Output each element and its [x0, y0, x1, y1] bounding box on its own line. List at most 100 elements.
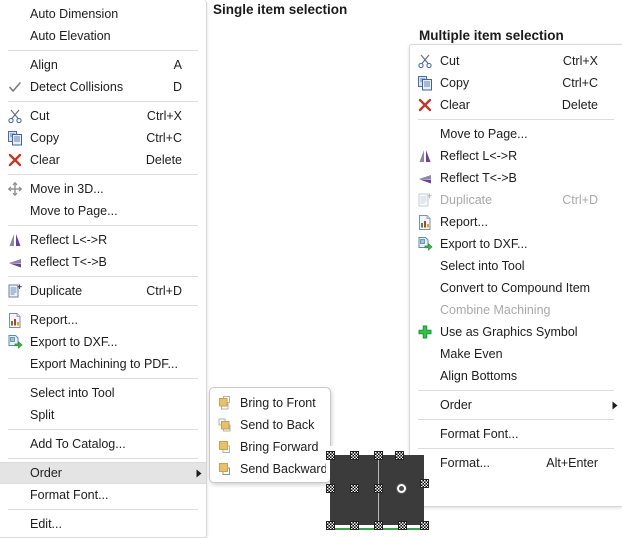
menu-item-align[interactable]: Align A [0, 54, 206, 76]
menu-item-format-font[interactable]: Format Font... [410, 423, 622, 445]
menu-item-send-to-back[interactable]: Send to Back [210, 414, 330, 436]
menu-item-icon-slot [0, 3, 30, 25]
menu-item-align-bottoms[interactable]: Align Bottoms [410, 365, 622, 387]
menu-item-shortcut: Ctrl+D [146, 284, 182, 298]
menu-item-auto-dimension[interactable]: Auto Dimension [0, 3, 206, 25]
menu-separator [8, 276, 198, 277]
selection-handle[interactable] [326, 451, 335, 460]
menu-item-icon-slot [0, 382, 30, 404]
menu-item-select-into-tool[interactable]: Select into Tool [0, 382, 206, 404]
menu-item-duplicate[interactable]: Duplicate Ctrl+D [0, 280, 206, 302]
menu-item-reflect-l-r[interactable]: Reflect L<->R [410, 145, 622, 167]
menu-item-move-to-page[interactable]: Move to Page... [0, 200, 206, 222]
menu-separator [418, 419, 614, 420]
menu-item-convert-to-compound-item[interactable]: Convert to Compound Item [410, 277, 622, 299]
menu-separator [8, 225, 198, 226]
menu-item-shortcut: D [172, 80, 182, 94]
menu-item-auto-elevation[interactable]: Auto Elevation [0, 25, 206, 47]
menu-item-cut[interactable]: Cut Ctrl+X [0, 105, 206, 127]
menu-item-shortcut: Ctrl+X [562, 54, 598, 68]
menu-item-label: Reflect T<->B [440, 171, 517, 185]
menu-item-label: Order [440, 398, 472, 412]
selection-handle[interactable] [326, 521, 335, 530]
selection-handle[interactable] [374, 451, 383, 460]
menu-item-label: Send Backward [240, 462, 328, 476]
selection-handle[interactable] [420, 521, 429, 530]
duplicate-icon [410, 189, 440, 211]
send-backward-icon [210, 458, 240, 480]
menu-item-order[interactable]: Order [0, 462, 206, 484]
menu-item-export-machining-to-pdf[interactable]: Export Machining to PDF... [0, 353, 206, 375]
menu-item-shortcut: Ctrl+X [146, 109, 182, 123]
menu-item-send-backward[interactable]: Send Backward [210, 458, 330, 480]
menu-item-export-to-dxf[interactable]: Export to DXF... [0, 331, 206, 353]
menu-separator [8, 378, 198, 379]
menu-item-label: Reflect L<->R [30, 233, 108, 247]
menu-item-label: Export Machining to PDF... [30, 357, 178, 371]
selection-handle[interactable] [374, 521, 383, 530]
selection-handle[interactable] [326, 484, 335, 493]
menu-item-edit[interactable]: Edit... [0, 513, 206, 535]
menu-item-bring-forward[interactable]: Bring Forward [210, 436, 330, 458]
menu-item-shortcut: Delete [561, 98, 598, 112]
menu-item-clear[interactable]: Clear Delete [0, 149, 206, 171]
clear-x-icon [410, 94, 440, 116]
heading-multiple-item-selection: Multiple item selection [419, 28, 564, 43]
menu-item-use-as-graphics-symbol[interactable]: Use as Graphics Symbol [410, 321, 622, 343]
menu-separator [8, 429, 198, 430]
selection-handle[interactable] [420, 479, 429, 488]
selection-handle[interactable] [350, 451, 359, 460]
menu-item-format-font[interactable]: Format Font... [0, 484, 206, 506]
copy-icon [410, 72, 440, 94]
menu-item-clear[interactable]: Clear Delete [410, 94, 622, 116]
menu-item-icon-slot [410, 343, 440, 365]
menu-item-shortcut: Ctrl+C [562, 76, 598, 90]
menu-item-combine-machining: Combine Machining [410, 299, 622, 321]
clear-x-icon [0, 149, 30, 171]
rotation-handle[interactable] [396, 483, 407, 494]
menu-item-detect-collisions[interactable]: Detect Collisions D [0, 76, 206, 98]
menu-separator [8, 305, 198, 306]
menu-item-reflect-t-b[interactable]: Reflect T<->B [0, 251, 206, 273]
menu-item-split[interactable]: Split [0, 404, 206, 426]
menu-item-shortcut: Ctrl+D [562, 193, 598, 207]
single-item-context-menu[interactable]: Auto Dimension Auto Elevation Align A Detect… [0, 0, 207, 538]
menu-separator [418, 448, 614, 449]
selection-handle[interactable] [395, 451, 404, 460]
scissors-icon [410, 50, 440, 72]
menu-item-format[interactable]: Format... Alt+Enter [410, 452, 622, 474]
menu-item-copy[interactable]: Copy Ctrl+C [410, 72, 622, 94]
menu-item-icon-slot [410, 123, 440, 145]
menu-separator [8, 458, 198, 459]
selection-handle[interactable] [350, 484, 359, 493]
order-submenu-items: Bring to Front Send to Back Bring Forward S… [210, 388, 330, 480]
menu-item-bring-to-front[interactable]: Bring to Front [210, 392, 330, 414]
order-submenu[interactable]: Bring to Front Send to Back Bring Forward S… [209, 387, 331, 483]
menu-item-select-into-tool[interactable]: Select into Tool [410, 255, 622, 277]
reflect-lr-icon [410, 145, 440, 167]
menu-item-report[interactable]: Report... [0, 309, 206, 331]
menu-item-cut[interactable]: Cut Ctrl+X [410, 50, 622, 72]
menu-item-reflect-l-r[interactable]: Reflect L<->R [0, 229, 206, 251]
selection-handle[interactable] [374, 484, 383, 493]
menu-item-label: Use as Graphics Symbol [440, 325, 578, 339]
selection-handle[interactable] [350, 521, 359, 530]
menu-item-report[interactable]: Report... [410, 211, 622, 233]
menu-separator [418, 390, 614, 391]
menu-item-label: Make Even [440, 347, 503, 361]
menu-item-move-to-page[interactable]: Move to Page... [410, 123, 622, 145]
selected-shape[interactable] [326, 446, 429, 534]
menu-item-add-to-catalog[interactable]: Add To Catalog... [0, 433, 206, 455]
menu-item-order[interactable]: Order [410, 394, 622, 416]
menu-item-make-even[interactable]: Make Even [410, 343, 622, 365]
menu-item-label: Duplicate [30, 284, 83, 298]
menu-item-reflect-t-b[interactable]: Reflect T<->B [410, 167, 622, 189]
selection-handle[interactable] [398, 521, 407, 530]
reflect-tb-icon [410, 167, 440, 189]
multiple-item-context-menu[interactable]: Cut Ctrl+X Copy Ctrl+C Clear Delete Move to Pa… [409, 44, 622, 507]
menu-item-label: Send to Back [240, 418, 315, 432]
menu-item-move-in-3d[interactable]: Move in 3D... [0, 178, 206, 200]
menu-item-export-to-dxf[interactable]: Export to DXF... [410, 233, 622, 255]
copy-icon [0, 127, 30, 149]
menu-item-copy[interactable]: Copy Ctrl+C [0, 127, 206, 149]
